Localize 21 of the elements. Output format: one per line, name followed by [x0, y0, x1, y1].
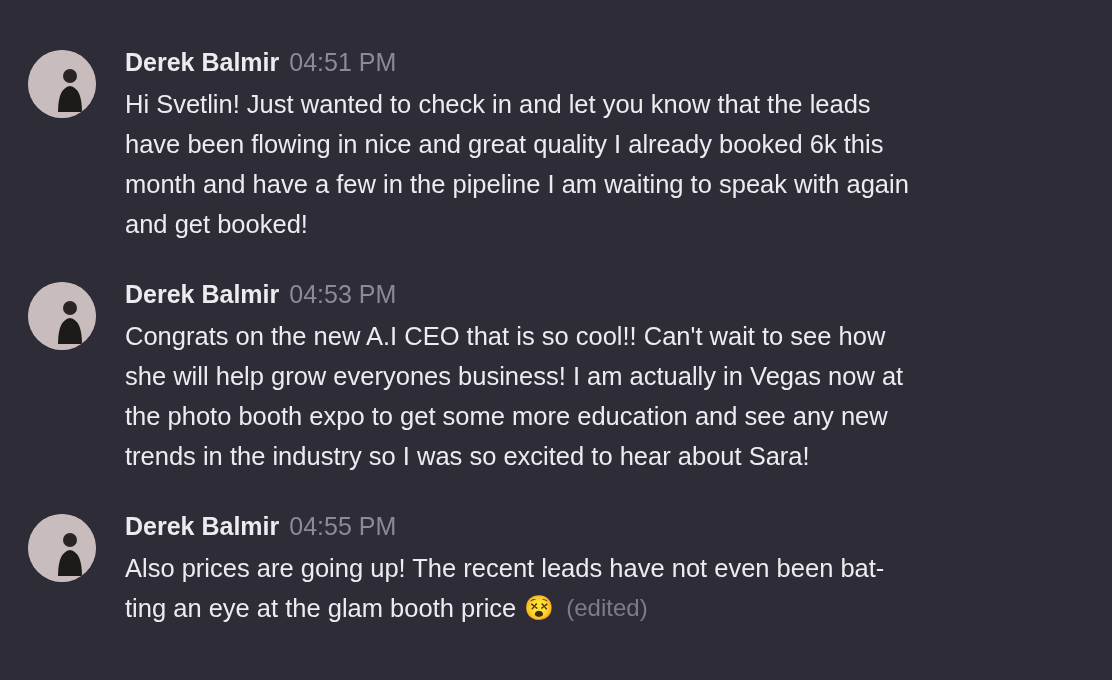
- message-line: and get booked!: [125, 209, 308, 240]
- avatar: [28, 282, 96, 350]
- dizzy-face-emoji: 😵: [524, 594, 555, 622]
- avatar: [28, 514, 96, 582]
- message-time: 04:53 PM: [289, 280, 397, 309]
- edited-label: (edited): [566, 594, 648, 622]
- message-line: ting an eye at the glam booth price: [125, 593, 517, 624]
- message-line: Congrats on the new A.I CEO that is so cool!! Can't wait to see how: [125, 321, 886, 352]
- message-line: the photo booth expo to get some more education and see any new: [125, 401, 888, 432]
- message-time: 04:55 PM: [289, 512, 397, 541]
- message-line: have been flowing in nice and great quality I already booked 6k this: [125, 129, 884, 160]
- message-line: month and have a few in the pipeline I am waiting to speak with again: [125, 169, 909, 200]
- author-name: Derek Balmir: [125, 48, 280, 77]
- author-name: Derek Balmir: [125, 512, 280, 541]
- message-time: 04:51 PM: [289, 48, 397, 77]
- message-line: trends in the industry so I was so excited to hear about Sara!: [125, 441, 810, 472]
- message-line: she will help grow everyones business! I am actually in Vegas now at: [125, 361, 904, 392]
- author-name: Derek Balmir: [125, 280, 280, 309]
- message-line: Hi Svetlin! Just wanted to check in and let you know that the leads: [125, 89, 871, 120]
- message-line: Also prices are going up! The recent leads have not even been bat-: [125, 553, 885, 584]
- avatar: [28, 50, 96, 118]
